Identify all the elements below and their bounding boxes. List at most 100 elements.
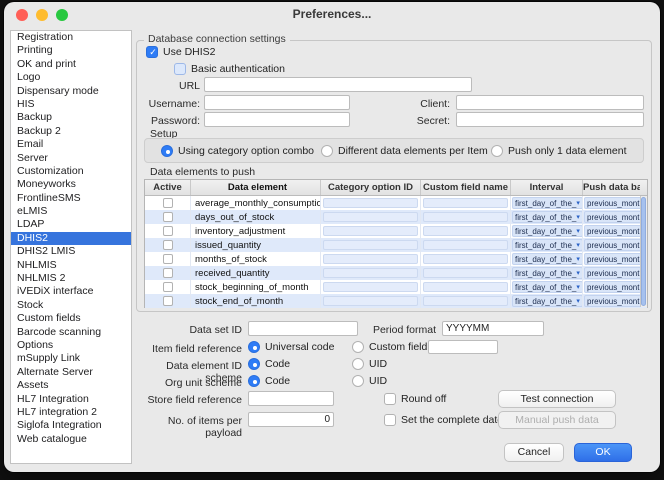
interval-dropdown[interactable]: first_day_of_the_▾ <box>512 225 582 237</box>
sidebar-item-barcode-scanning[interactable]: Barcode scanning <box>11 326 131 339</box>
basic-auth-checkbox-icon[interactable] <box>174 63 186 75</box>
interval-dropdown[interactable]: first_day_of_the_▾ <box>512 239 582 251</box>
use-dhis2-checkbox-icon[interactable] <box>146 46 158 58</box>
sidebar-item-msupply-link[interactable]: mSupply Link <box>11 352 131 365</box>
sidebar-item-customization[interactable]: Customization <box>11 165 131 178</box>
universal-code-radio[interactable]: Universal code <box>248 341 334 353</box>
org-unit-scheme-uid-radio[interactable]: UID <box>352 375 387 387</box>
category-option-id-input[interactable] <box>323 212 418 222</box>
data-element-scheme-uid-radio-icon[interactable] <box>352 358 364 370</box>
row-active-checkbox[interactable] <box>163 240 173 250</box>
category-option-id-input[interactable] <box>323 240 418 250</box>
sidebar-item-printing[interactable]: Printing <box>11 44 131 57</box>
table-scrollbar-thumb[interactable] <box>641 197 646 306</box>
category-option-id-input[interactable] <box>323 268 418 278</box>
row-active-checkbox[interactable] <box>163 254 173 264</box>
row-active-checkbox[interactable] <box>163 282 173 292</box>
sidebar-item-hl7-integration-2[interactable]: HL7 integration 2 <box>11 406 131 419</box>
round-off-checkbox-icon[interactable] <box>384 393 396 405</box>
sidebar-item-ivedix-interface[interactable]: iVEDiX interface <box>11 285 131 298</box>
push-data-basis-dropdown[interactable]: previous_montl▾ <box>584 239 640 251</box>
custom-field-name-input[interactable] <box>423 282 508 292</box>
sidebar-item-dhis2[interactable]: DHIS2 <box>11 232 131 245</box>
items-per-payload-input[interactable] <box>248 412 334 427</box>
sidebar-item-ldap[interactable]: LDAP <box>11 218 131 231</box>
column-header-active[interactable]: Active <box>145 180 190 195</box>
setup-option-different-data-elements-per-item[interactable]: Different data elements per Item <box>321 145 488 157</box>
column-header-push-data-basis[interactable]: Push data basis <box>582 180 640 195</box>
set-complete-date-checkbox-icon[interactable] <box>384 414 396 426</box>
org-unit-scheme-uid-radio-icon[interactable] <box>352 375 364 387</box>
data-set-id-input[interactable] <box>248 321 358 336</box>
custom-field-input[interactable] <box>428 340 498 354</box>
test-connection-button[interactable]: Test connection <box>498 390 616 408</box>
setup-option-push-only-1-data-element[interactable]: Push only 1 data element <box>491 145 627 157</box>
row-active-checkbox[interactable] <box>163 296 173 306</box>
column-header-custom-field-name[interactable]: Custom field name <box>420 180 510 195</box>
sidebar-item-hl7-integration[interactable]: HL7 Integration <box>11 393 131 406</box>
category-option-id-input[interactable] <box>323 254 418 264</box>
push-data-basis-dropdown[interactable]: previous_montl▾ <box>584 295 640 307</box>
ok-button[interactable]: OK <box>574 443 632 462</box>
custom-field-name-input[interactable] <box>423 254 508 264</box>
table-row[interactable]: inventory_adjustmentfirst_day_of_the_▾pr… <box>145 224 647 238</box>
data-element-scheme-uid-radio[interactable]: UID <box>352 358 387 370</box>
push-data-basis-dropdown[interactable]: previous_montl▾ <box>584 267 640 279</box>
category-option-id-input[interactable] <box>323 282 418 292</box>
category-option-id-input[interactable] <box>323 296 418 306</box>
table-row[interactable]: stock_end_of_monthfirst_day_of_the_▾prev… <box>145 294 647 308</box>
radio-icon[interactable] <box>161 145 173 157</box>
custom-field-radio-icon[interactable] <box>352 341 364 353</box>
sidebar-item-dispensary-mode[interactable]: Dispensary mode <box>11 85 131 98</box>
table-row[interactable]: average_monthly_consumptionfirst_day_of_… <box>145 196 647 210</box>
column-header-interval[interactable]: Interval <box>510 180 582 195</box>
interval-dropdown[interactable]: first_day_of_the_▾ <box>512 211 582 223</box>
table-row[interactable]: months_of_stockfirst_day_of_the_▾previou… <box>145 252 647 266</box>
sidebar-item-custom-fields[interactable]: Custom fields <box>11 312 131 325</box>
sidebar-item-frontlinesms[interactable]: FrontlineSMS <box>11 192 131 205</box>
sidebar-item-backup-2[interactable]: Backup 2 <box>11 125 131 138</box>
sidebar-item-nhlmis-2[interactable]: NHLMIS 2 <box>11 272 131 285</box>
custom-field-name-input[interactable] <box>423 226 508 236</box>
custom-field-name-input[interactable] <box>423 240 508 250</box>
interval-dropdown[interactable]: first_day_of_the_▾ <box>512 197 582 209</box>
basic-auth-checkbox[interactable]: Basic authentication <box>174 63 285 75</box>
push-data-basis-dropdown[interactable]: previous_montl▾ <box>584 253 640 265</box>
data-element-scheme-code-radio-icon[interactable] <box>248 358 260 370</box>
interval-dropdown[interactable]: first_day_of_the_▾ <box>512 295 582 307</box>
sidebar-item-stock[interactable]: Stock <box>11 299 131 312</box>
sidebar-item-server[interactable]: Server <box>11 152 131 165</box>
use-dhis2-checkbox[interactable]: Use DHIS2 <box>146 46 216 58</box>
table-scrollbar[interactable] <box>640 196 647 307</box>
sidebar-item-dhis2-lmis[interactable]: DHIS2 LMIS <box>11 245 131 258</box>
push-data-basis-dropdown[interactable]: previous_montl▾ <box>584 225 640 237</box>
custom-field-radio[interactable]: Custom field <box>352 341 427 353</box>
sidebar-item-moneyworks[interactable]: Moneyworks <box>11 178 131 191</box>
sidebar-item-alternate-server[interactable]: Alternate Server <box>11 366 131 379</box>
client-input[interactable] <box>456 95 644 110</box>
sidebar-item-siglofa-integration[interactable]: Siglofa Integration <box>11 419 131 432</box>
set-complete-date-checkbox[interactable]: Set the complete date <box>384 414 503 426</box>
row-active-checkbox[interactable] <box>163 268 173 278</box>
sidebar-item-his[interactable]: HIS <box>11 98 131 111</box>
table-row[interactable]: issued_quantityfirst_day_of_the_▾previou… <box>145 238 647 252</box>
table-row[interactable]: stock_beginning_of_monthfirst_day_of_the… <box>145 280 647 294</box>
password-input[interactable] <box>204 112 350 127</box>
sidebar-item-logo[interactable]: Logo <box>11 71 131 84</box>
row-active-checkbox[interactable] <box>163 198 173 208</box>
radio-icon[interactable] <box>491 145 503 157</box>
sidebar-item-nhlmis[interactable]: NHLMIS <box>11 259 131 272</box>
push-data-basis-dropdown[interactable]: previous_montl▾ <box>584 197 640 209</box>
store-field-reference-input[interactable] <box>248 391 334 406</box>
sidebar-item-ok-and-print[interactable]: OK and print <box>11 58 131 71</box>
column-header-category-option-id[interactable]: Category option ID <box>320 180 420 195</box>
table-row[interactable]: received_quantityfirst_day_of_the_▾previ… <box>145 266 647 280</box>
column-header-data-element[interactable]: Data element <box>190 180 320 195</box>
url-input[interactable] <box>204 77 472 92</box>
universal-code-radio-icon[interactable] <box>248 341 260 353</box>
sidebar-item-backup[interactable]: Backup <box>11 111 131 124</box>
username-input[interactable] <box>204 95 350 110</box>
data-element-scheme-code-radio[interactable]: Code <box>248 358 290 370</box>
period-format-input[interactable] <box>442 321 544 336</box>
org-unit-scheme-code-radio-icon[interactable] <box>248 375 260 387</box>
